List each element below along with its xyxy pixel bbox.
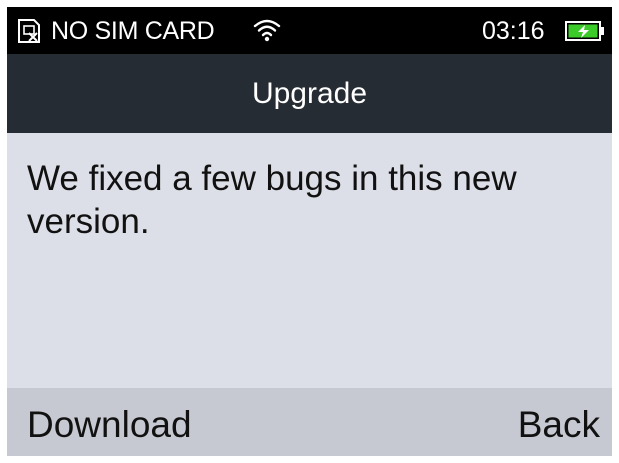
wifi-icon xyxy=(253,19,281,42)
battery-charging-icon xyxy=(565,21,604,41)
back-button[interactable]: Back xyxy=(518,403,600,447)
softkey-bar: Download Back xyxy=(7,388,612,456)
phone-screen: NO SIM CARD 03:16 Upgrade We fixed a few… xyxy=(7,7,612,456)
page-title: Upgrade xyxy=(251,77,368,110)
download-button[interactable]: Download xyxy=(27,403,192,447)
status-bar: NO SIM CARD 03:16 xyxy=(7,7,612,54)
no-sim-icon xyxy=(18,19,40,43)
upgrade-message: We fixed a few bugs in this new version. xyxy=(27,159,517,241)
sim-status-text: NO SIM CARD xyxy=(51,17,215,45)
clock: 03:16 xyxy=(482,17,545,45)
header-bar: Upgrade xyxy=(7,54,612,133)
